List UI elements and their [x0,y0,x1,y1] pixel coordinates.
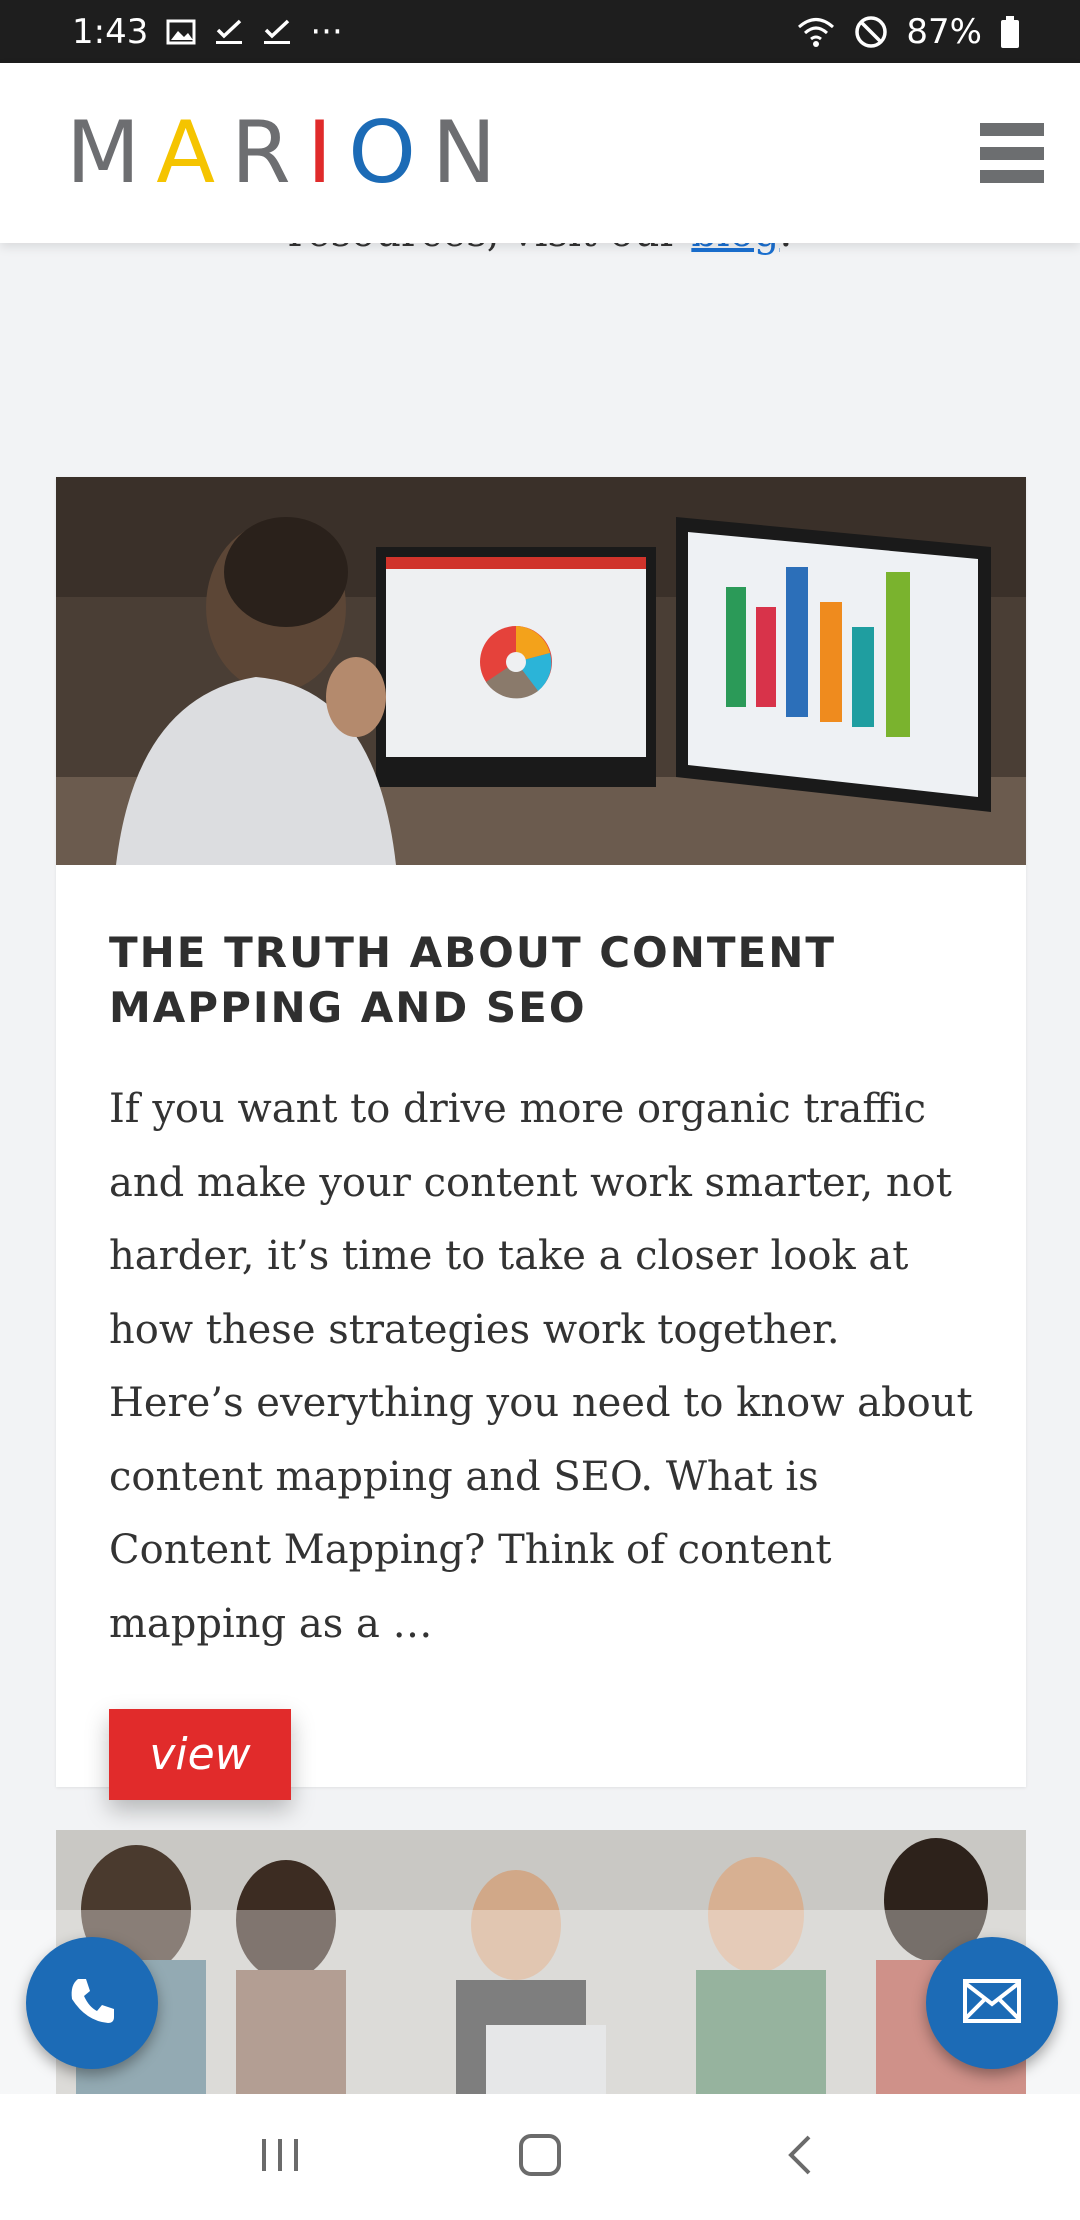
back-button[interactable] [760,2117,840,2197]
email-button[interactable] [926,1937,1058,2069]
blog-post-card: THE TRUTH ABOUT CONTENT MAPPING AND SEO … [56,477,1026,1800]
battery-percentage: 87% [906,11,982,52]
post-image[interactable] [56,477,1026,865]
envelope-icon [962,1978,1022,2029]
view-button[interactable]: view [109,1709,291,1800]
logo-letter: I [306,103,343,203]
checklist-icon [214,18,244,46]
recent-apps-icon [258,2135,302,2180]
image-fade-overlay [0,1910,1080,2094]
system-navigation-bar [0,2094,1080,2220]
home-icon [517,2132,563,2183]
marion-logo[interactable]: M A R I O N [66,103,506,203]
logo-letter: N [431,103,507,203]
battery-icon [1000,15,1020,48]
post-excerpt: If you want to drive more organic traffi… [109,1086,973,1647]
hamburger-menu-icon[interactable] [980,123,1044,183]
post-title[interactable]: THE TRUTH ABOUT CONTENT MAPPING AND SEO [109,925,974,1035]
status-bar: 1:43 ··· 87% [0,0,1080,63]
gallery-icon [166,18,196,46]
do-not-disturb-icon [854,15,888,49]
logo-letter: A [156,103,226,203]
logo-letter: O [348,103,426,203]
call-button[interactable] [26,1937,158,2069]
site-header: M A R I O N [0,63,1080,243]
wifi-icon [796,16,836,48]
logo-letter: R [231,103,301,203]
phone-icon [64,1973,120,2034]
back-chevron-icon [785,2133,815,2182]
home-button[interactable] [500,2117,580,2197]
more-notifications-icon: ··· [310,11,343,52]
checklist-icon [262,18,292,46]
status-time: 1:43 [72,11,149,52]
recent-apps-button[interactable] [240,2117,320,2197]
logo-letter: M [66,103,151,203]
